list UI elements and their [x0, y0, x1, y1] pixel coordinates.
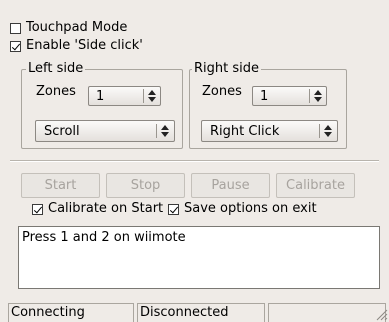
right-action-combobox[interactable]: Right Click: [201, 120, 338, 142]
log-text-area[interactable]: Press 1 and 2 on wiimote: [18, 226, 380, 289]
up-down-arrows-icon: [323, 124, 333, 138]
status-bar: Connecting Disconnected: [0, 301, 389, 322]
spin-divider: [143, 89, 144, 103]
left-zones-label: Zones: [36, 84, 76, 99]
log-text: Press 1 and 2 on wiimote: [22, 230, 186, 245]
right-zones-spinbox[interactable]: 1: [252, 86, 327, 106]
left-action-combobox[interactable]: Scroll: [35, 120, 175, 142]
right-zones-value: 1: [260, 89, 269, 104]
calibrate-on-start-checkbox[interactable]: [32, 204, 43, 215]
enable-side-click-checkbox[interactable]: [10, 41, 21, 52]
pause-button[interactable]: Pause: [191, 173, 270, 198]
right-side-title: Right side: [192, 61, 261, 76]
left-action-value: Scroll: [44, 124, 80, 139]
up-down-arrows-icon[interactable]: [313, 89, 323, 103]
resize-grip-icon[interactable]: [374, 307, 388, 321]
status-state: Disconnected: [137, 303, 265, 322]
calibrate-on-start-label: Calibrate on Start: [48, 201, 164, 216]
status-connection: Connecting: [8, 303, 134, 322]
save-options-on-exit-label: Save options on exit: [184, 201, 317, 216]
right-zones-label: Zones: [202, 84, 242, 99]
left-side-title: Left side: [26, 61, 86, 76]
spin-divider: [309, 89, 310, 103]
combo-divider: [319, 124, 320, 138]
left-zones-spinbox[interactable]: 1: [88, 86, 161, 106]
right-action-value: Right Click: [210, 124, 280, 139]
separator: [10, 160, 379, 162]
touchpad-mode-checkbox[interactable]: [10, 23, 21, 34]
up-down-arrows-icon: [160, 124, 170, 138]
start-button[interactable]: Start: [21, 173, 100, 198]
stop-button[interactable]: Stop: [106, 173, 185, 198]
up-down-arrows-icon[interactable]: [147, 89, 157, 103]
status-extra: [268, 303, 386, 322]
combo-divider: [156, 124, 157, 138]
save-options-on-exit-checkbox[interactable]: [168, 204, 179, 215]
enable-side-click-label: Enable 'Side click': [26, 38, 143, 53]
calibrate-button[interactable]: Calibrate: [276, 173, 355, 198]
left-zones-value: 1: [96, 89, 105, 104]
touchpad-mode-label: Touchpad Mode: [26, 20, 128, 35]
